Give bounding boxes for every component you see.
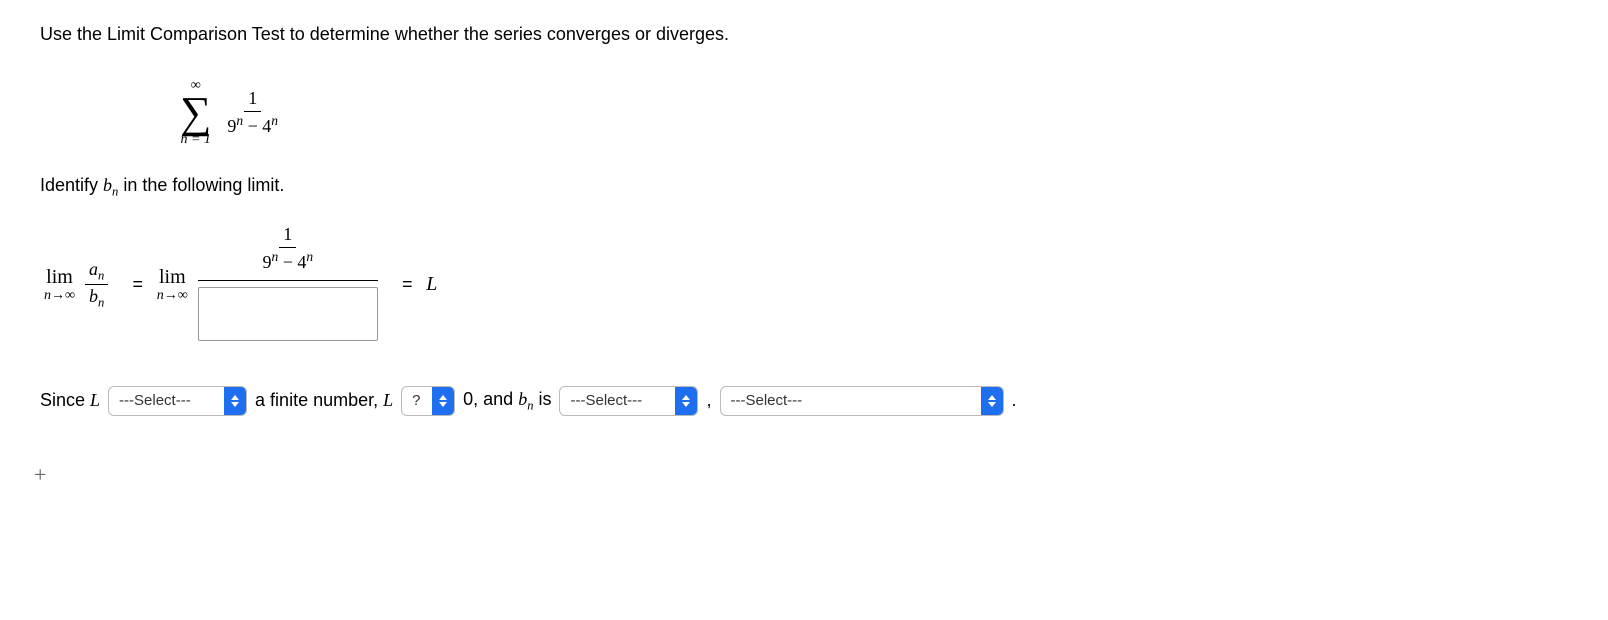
chevron-up-down-icon: [432, 387, 454, 415]
plus-icon[interactable]: +: [34, 462, 1568, 488]
series-expression: ∞ ∑ n = 1 1 9n − 4n: [180, 73, 1568, 147]
select-L-relation[interactable]: ---Select---: [108, 386, 247, 416]
equals-2: =: [402, 274, 413, 295]
series-term: 1 9n − 4n: [223, 87, 282, 138]
select-L-compare-zero[interactable]: ?: [401, 386, 455, 416]
sum-lower: n = 1: [180, 133, 210, 147]
identify-line: Identify bn in the following limit.: [40, 175, 1568, 200]
series-numerator: 1: [244, 87, 261, 111]
chevron-up-down-icon: [981, 387, 1003, 415]
equals-1: =: [132, 274, 143, 295]
sigma-icon: ∑: [180, 93, 211, 133]
chevron-up-down-icon: [224, 387, 246, 415]
select-conclusion[interactable]: ---Select---: [720, 386, 1004, 416]
limit-value-L: L: [426, 273, 437, 296]
limit-numerator-fraction: 1 9n − 4n: [258, 223, 317, 274]
limit-fraction-input: 1 9n − 4n: [198, 223, 378, 346]
select-bn-behavior[interactable]: ---Select---: [559, 386, 698, 416]
lim-right: lim n→∞: [157, 267, 188, 303]
an-over-bn: an bn: [85, 258, 108, 311]
conclusion-sentence: Since L ---Select--- a finite number, L …: [40, 386, 1568, 416]
series-denominator: 9n − 4n: [223, 112, 282, 138]
chevron-up-down-icon: [675, 387, 697, 415]
lim-left: lim n→∞: [44, 267, 75, 303]
question-prompt: Use the Limit Comparison Test to determi…: [40, 24, 1568, 45]
bn-answer-input[interactable]: [198, 287, 378, 341]
limit-expression: lim n→∞ an bn = lim n→∞ 1 9n − 4n = L: [44, 223, 1568, 346]
